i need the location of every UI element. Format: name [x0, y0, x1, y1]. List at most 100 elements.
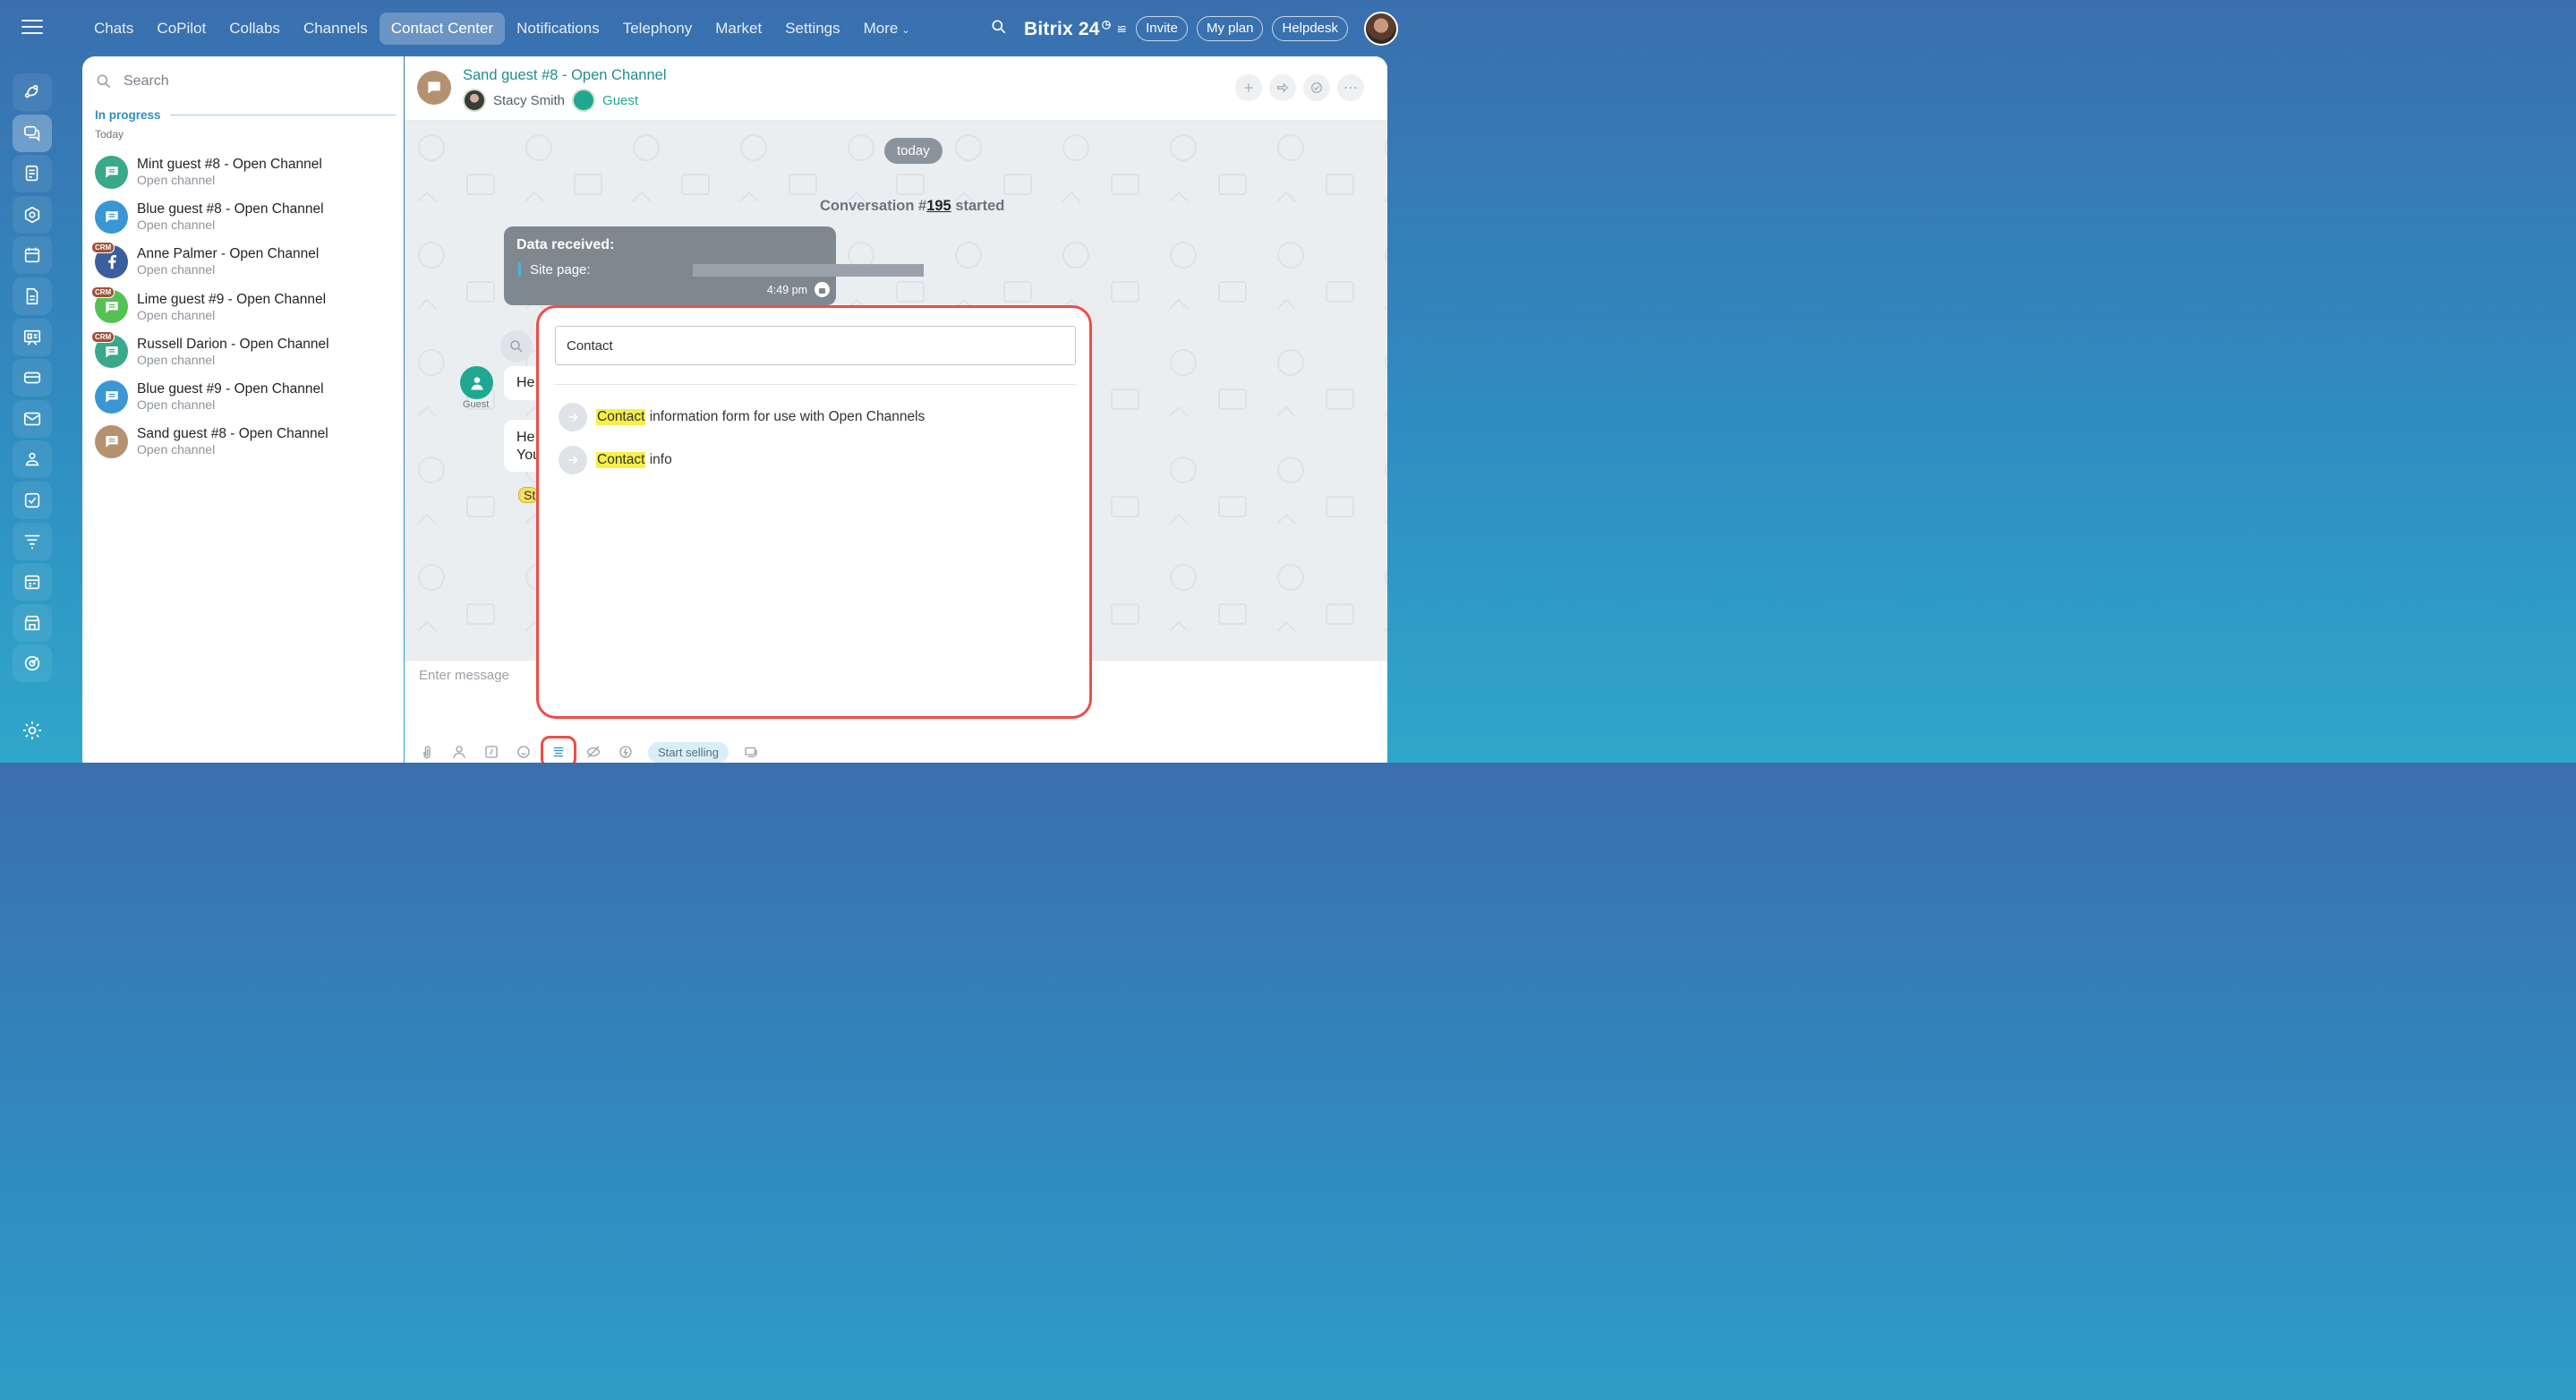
- attach-icon[interactable]: [417, 742, 437, 762]
- guest-avatar-large[interactable]: [460, 366, 493, 399]
- operator-avatar[interactable]: [463, 89, 486, 112]
- emoji-icon[interactable]: [514, 742, 533, 762]
- chat-list-item[interactable]: Blue guest #8 - Open Channel Open channel: [95, 194, 399, 239]
- nav-market[interactable]: Market: [704, 13, 773, 45]
- chat-item-subtitle: Open channel: [137, 352, 216, 367]
- tune-icon[interactable]: ≌: [1116, 21, 1127, 37]
- more-icon[interactable]: ⋯: [1337, 74, 1364, 101]
- header-right: Bitrix 24 ◷ ≌ Invite My plan Helpdesk: [990, 12, 1399, 46]
- conversation-number-link[interactable]: 195: [926, 198, 951, 214]
- schedule-icon[interactable]: [13, 563, 52, 602]
- data-received-title: Data received:: [516, 237, 615, 252]
- gear-icon[interactable]: [13, 711, 52, 750]
- chat-item-text: Mint guest #8 - Open Channel Open channel: [137, 156, 322, 188]
- nav-more[interactable]: More ⌄: [852, 13, 922, 45]
- nav-copilot[interactable]: CoPilot: [145, 13, 218, 45]
- hide-icon[interactable]: [584, 742, 603, 762]
- chat-list-item[interactable]: CRM Russell Darion - Open Channel Open cha…: [91, 329, 399, 374]
- quick-answer-result[interactable]: Contact info: [559, 446, 672, 474]
- conversation-title[interactable]: Sand guest #8 - Open Channel: [463, 67, 667, 84]
- date-separator: today: [884, 138, 943, 164]
- menu-icon[interactable]: [21, 20, 43, 38]
- invite-button[interactable]: Invite: [1136, 16, 1188, 41]
- mail-icon[interactable]: [13, 399, 52, 438]
- start-selling-button[interactable]: Start selling: [648, 741, 729, 763]
- guest-avatar[interactable]: [572, 89, 596, 112]
- screen-icon[interactable]: [741, 742, 761, 762]
- forward-icon[interactable]: [1269, 74, 1296, 101]
- helpdesk-button[interactable]: Helpdesk: [1272, 16, 1349, 41]
- chat-bubble-icon: CRM: [91, 331, 128, 369]
- nav-telephony[interactable]: Telephony: [611, 13, 704, 45]
- arrow-right-icon: [559, 403, 587, 431]
- my-plan-button[interactable]: My plan: [1196, 16, 1264, 41]
- chat-list-item[interactable]: Sand guest #8 - Open Channel Open channel: [95, 419, 399, 464]
- operator-name[interactable]: Stacy Smith: [493, 93, 565, 108]
- board-icon[interactable]: [13, 318, 52, 356]
- chat-item-subtitle: Open channel: [137, 262, 216, 277]
- chat-item-text: Anne Palmer - Open Channel Open channel: [137, 245, 319, 277]
- finish-icon[interactable]: [1303, 74, 1330, 101]
- nav-settings[interactable]: Settings: [773, 13, 851, 45]
- team-icon[interactable]: [13, 440, 52, 479]
- calendar-icon[interactable]: [13, 236, 52, 275]
- knowledge-base-icon[interactable]: [541, 736, 576, 763]
- nav-contact-center[interactable]: Contact Center: [379, 13, 506, 45]
- chat-list-item[interactable]: Blue guest #9 - Open Channel Open channel: [95, 374, 399, 419]
- facebook-icon: CRM: [91, 241, 128, 278]
- started-prefix: Conversation #: [820, 198, 927, 214]
- chat-bubble-icon: [95, 424, 128, 458]
- popup-divider: [555, 384, 1076, 385]
- conversation-started: Conversation #195 started: [820, 198, 1004, 215]
- participants: Stacy Smith Guest: [463, 89, 638, 112]
- chevron-down-icon: ⌄: [901, 25, 910, 36]
- nav-collabs[interactable]: Collabs: [218, 13, 292, 45]
- docs-icon[interactable]: [13, 155, 52, 193]
- chat-list-item[interactable]: Mint guest #8 - Open Channel Open channel: [95, 149, 399, 194]
- person-icon[interactable]: [449, 742, 469, 762]
- chat-item-title: Mint guest #8 - Open Channel: [137, 157, 322, 173]
- started-suffix: started: [951, 198, 1005, 214]
- chat-search[interactable]: Search: [95, 71, 169, 92]
- quick-answer-result[interactable]: Contact information form for use with Op…: [559, 403, 925, 431]
- command-icon[interactable]: [482, 742, 501, 762]
- chat-item-text: Sand guest #8 - Open Channel Open channel: [137, 425, 328, 457]
- chat-list-item[interactable]: CRM Lime guest #9 - Open Channel Open chan…: [91, 285, 399, 329]
- chat-item-title: Sand guest #8 - Open Channel: [137, 426, 328, 442]
- arrow-right-icon: [559, 446, 587, 474]
- guest-caption: Guest: [463, 399, 490, 410]
- card-icon[interactable]: [13, 359, 52, 397]
- feed-icon[interactable]: [13, 73, 52, 111]
- lock-icon: [815, 282, 830, 297]
- user-avatar[interactable]: [1364, 12, 1399, 46]
- chat-bubble-icon: [417, 71, 451, 105]
- app-sidebar: [0, 0, 64, 763]
- chat-icon[interactable]: [13, 114, 52, 152]
- lightning-icon[interactable]: [616, 742, 635, 762]
- hexagon-icon[interactable]: [13, 195, 52, 234]
- day-label: Today: [95, 128, 124, 141]
- message-time: 4:49 pm: [766, 284, 807, 296]
- nav-notifications[interactable]: Notifications: [505, 13, 611, 45]
- nav-chats[interactable]: Chats: [82, 13, 145, 45]
- guest-name[interactable]: Guest: [602, 93, 638, 108]
- result-highlight: Contact: [596, 409, 646, 425]
- search-message-icon[interactable]: [500, 330, 533, 363]
- chat-item-title: Blue guest #8 - Open Channel: [137, 201, 324, 218]
- chat-item-title: Russell Darion - Open Channel: [137, 336, 329, 352]
- store-icon[interactable]: [13, 603, 52, 642]
- quick-answer-search-input[interactable]: [555, 326, 1076, 365]
- add-icon[interactable]: [1235, 74, 1262, 101]
- crm-badge: CRM: [91, 331, 115, 344]
- status-chip: St: [518, 487, 538, 503]
- message-input[interactable]: Enter message: [419, 668, 509, 683]
- chat-list-item[interactable]: CRM Anne Palmer - Open Channel Open channe…: [91, 239, 399, 284]
- target-icon[interactable]: [13, 645, 52, 683]
- nav-channels[interactable]: Channels: [292, 13, 380, 45]
- search-icon[interactable]: [990, 18, 1008, 40]
- check-icon[interactable]: [13, 481, 52, 519]
- quote-bar: [518, 262, 521, 277]
- file-icon[interactable]: [13, 277, 52, 315]
- funnel-icon[interactable]: [13, 522, 52, 560]
- chat-item-title: Lime guest #9 - Open Channel: [137, 291, 327, 307]
